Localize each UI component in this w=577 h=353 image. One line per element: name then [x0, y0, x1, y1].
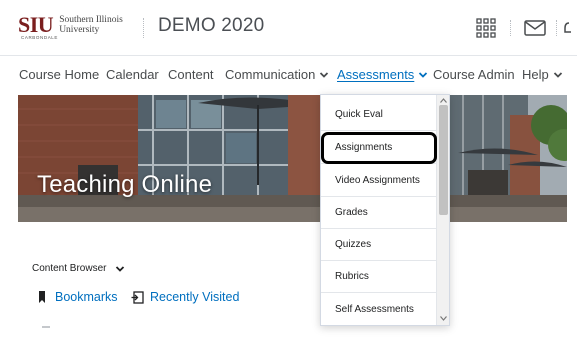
nav-help[interactable]: Help	[522, 67, 563, 82]
menu-item-self-assessments[interactable]: Self Assessments	[321, 294, 436, 325]
logo-university-name: Southern Illinois University	[59, 14, 123, 35]
content-browser-header[interactable]: Content Browser	[32, 263, 125, 274]
nav-communication[interactable]: Communication	[225, 67, 329, 82]
menu-item-quick-eval[interactable]: Quick Eval	[321, 99, 436, 131]
nav-course-home[interactable]: Course Home	[19, 67, 99, 82]
chevron-down-icon	[553, 71, 562, 78]
chevron-down-icon	[320, 71, 329, 78]
scroll-down-arrow-icon[interactable]	[440, 316, 447, 321]
bookmarks-label: Bookmarks	[55, 290, 118, 304]
recently-visited-link[interactable]: Recently Visited	[131, 290, 239, 304]
banner-image	[18, 95, 567, 222]
notification-icon[interactable]	[563, 18, 573, 38]
recently-visited-label: Recently Visited	[150, 290, 240, 304]
content-browser-widget: Content Browser Bookmarks Recently Visit…	[18, 244, 567, 353]
content-browser-title: Content Browser	[32, 263, 107, 274]
menu-item-quizzes[interactable]: Quizzes	[321, 229, 436, 261]
scroll-up-arrow-icon[interactable]	[440, 98, 447, 103]
list-item-placeholder	[42, 326, 50, 328]
scrollbar-thumb[interactable]	[439, 105, 448, 215]
menu-item-video-assignments[interactable]: Video Assignments	[321, 165, 436, 197]
nav-help-label: Help	[522, 67, 549, 82]
header-divider	[143, 18, 144, 38]
course-navbar: Course Home Calendar Content Communicati…	[0, 57, 577, 93]
bookmarks-link[interactable]: Bookmarks	[38, 290, 118, 304]
nav-course-admin[interactable]: Course Admin	[433, 67, 515, 82]
menu-item-assignments[interactable]: Assignments	[321, 132, 436, 164]
course-banner: Teaching Online	[18, 95, 567, 222]
banner-title: Teaching Online	[37, 171, 213, 198]
grid-icon[interactable]	[476, 18, 496, 38]
org-title[interactable]: DEMO 2020	[158, 15, 264, 37]
nav-content[interactable]: Content	[168, 67, 214, 82]
icon-divider	[556, 20, 557, 36]
recently-visited-icon	[131, 290, 144, 304]
logo-line-1: Southern Illinois	[59, 15, 123, 25]
siu-logo[interactable]: SIU CARBONDALE Southern Illinois Univers…	[18, 14, 123, 42]
menu-item-grades[interactable]: Grades	[321, 197, 436, 229]
logo-carbondale: CARBONDALE	[21, 35, 59, 40]
assessments-dropdown-menu: Quick Eval Assignments Video Assignments…	[320, 94, 450, 326]
nav-communication-label: Communication	[225, 67, 316, 82]
icon-divider	[510, 20, 511, 36]
nav-assessments[interactable]: Assessments	[337, 67, 428, 82]
top-header: SIU CARBONDALE Southern Illinois Univers…	[0, 0, 577, 56]
nav-assessments-label: Assessments	[337, 67, 415, 82]
mail-icon[interactable]	[524, 20, 546, 36]
chevron-down-icon[interactable]	[115, 265, 125, 273]
logo-line-2: University	[59, 25, 100, 35]
bookmark-icon	[39, 291, 45, 303]
chevron-down-icon	[419, 71, 428, 78]
dropdown-scrollbar[interactable]	[436, 95, 449, 325]
nav-calendar[interactable]: Calendar	[106, 67, 159, 82]
logo-wordmark: SIU	[18, 12, 54, 37]
menu-item-rubrics[interactable]: Rubrics	[321, 261, 436, 293]
